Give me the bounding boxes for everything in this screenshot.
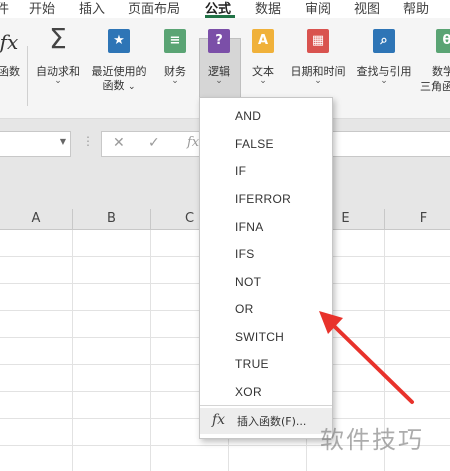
- annotation-arrow: [319, 311, 414, 404]
- watermark: 软件技巧: [320, 426, 424, 454]
- arrow-shaft: [331, 323, 414, 404]
